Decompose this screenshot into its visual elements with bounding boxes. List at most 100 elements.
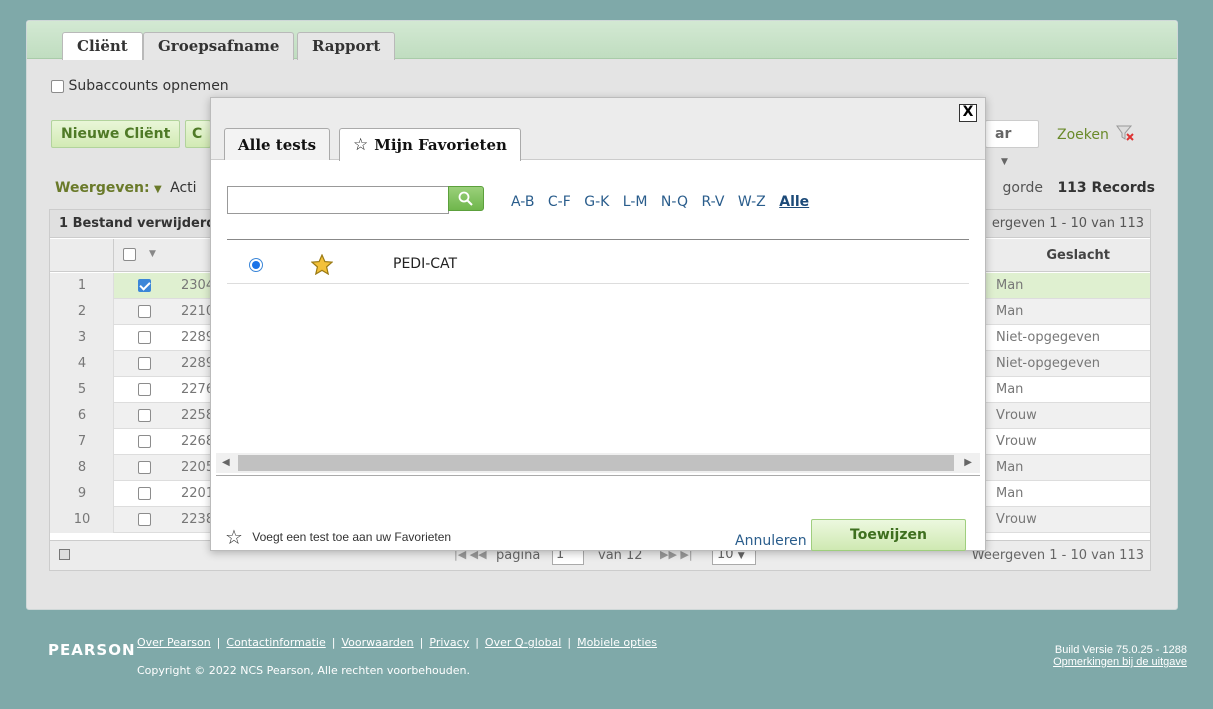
tab-client[interactable]: Cliënt [62, 32, 143, 60]
alphabet-filter: A-B C-F G-K L-M N-Q R-V W-Z Alle [511, 194, 818, 210]
row-checkbox[interactable] [138, 383, 151, 396]
test-list-item[interactable]: PEDI-CAT [227, 249, 969, 284]
sort-label: gorde [1002, 180, 1043, 196]
alpha-filter-cf[interactable]: C-F [548, 194, 571, 210]
client-gender: Niet-opgegeven [996, 356, 1100, 371]
test-search-input[interactable] [227, 186, 449, 214]
page-footer: PEARSON Over Pearson | Contactinformatie | V… [0, 620, 1213, 709]
subaccounts-label: Subaccounts opnemen [68, 78, 229, 94]
row-number: 10 [73, 512, 91, 527]
cancel-button[interactable]: Annuleren [735, 533, 807, 549]
scroll-left-icon[interactable]: ◀ [222, 457, 230, 468]
row-number: 5 [77, 382, 87, 397]
tab-my-favorites[interactable]: ☆ Mijn Favorieten [339, 128, 521, 161]
alpha-filter-rv[interactable]: R-V [701, 194, 724, 210]
records-info: gorde 113 Records [1003, 180, 1155, 196]
build-info: Build Versie 75.0.25 - 1288 Opmerkingen … [1053, 644, 1187, 668]
row-checkbox[interactable] [138, 331, 151, 344]
horizontal-scrollbar[interactable]: ◀ ▶ [216, 453, 980, 473]
row-checkbox[interactable] [138, 305, 151, 318]
row-number: 4 [77, 356, 87, 371]
row-checkbox[interactable] [138, 461, 151, 474]
tab-all-tests[interactable]: Alle tests [224, 128, 331, 160]
alpha-filter-lm[interactable]: L-M [623, 194, 648, 210]
build-version: Build Versie 75.0.25 - 1288 [1054, 644, 1187, 656]
tab-my-favorites-label: Mijn Favorieten [374, 136, 507, 154]
view-select[interactable]: ar ▼ [985, 120, 1039, 167]
view-select-value: ar [995, 126, 1012, 142]
test-name: PEDI-CAT [393, 256, 458, 272]
row-checkbox[interactable] [138, 513, 151, 526]
row-number: 3 [77, 330, 87, 345]
record-count: 113 Records [1057, 180, 1155, 196]
assign-button[interactable]: Toewijzen [811, 519, 966, 551]
client-gender: Man [996, 382, 1024, 397]
list-divider [227, 239, 969, 240]
search-link[interactable]: Zoeken [1057, 125, 1135, 143]
grid-notice: 1 Bestand verwijderd [59, 216, 216, 231]
alpha-filter-all[interactable]: Alle [779, 194, 809, 210]
test-radio[interactable] [249, 258, 263, 272]
row-number: 2 [77, 304, 87, 319]
footer-link-over-qglobal[interactable]: Over Q-global [485, 636, 561, 649]
actions-menu[interactable]: Acti [170, 180, 196, 196]
new-client-button[interactable]: Nieuwe Cliënt [51, 120, 181, 148]
star-filled-icon[interactable] [311, 254, 333, 275]
client-gender: Man [996, 304, 1024, 319]
scrollbar-thumb[interactable] [238, 455, 954, 471]
row-checkbox[interactable] [138, 409, 151, 422]
client-gender: Niet-opgegeven [996, 330, 1100, 345]
row-checkbox[interactable] [138, 279, 151, 292]
alpha-filter-ab[interactable]: A-B [511, 194, 534, 210]
test-picker-dialog: X Alle tests ☆ Mijn Favorieten A-B C-F G-… [210, 97, 986, 551]
footer-links: Over Pearson | Contactinformatie | Voorwaard… [137, 636, 658, 649]
client-gender: Vrouw [996, 512, 1037, 527]
subaccounts-option[interactable]: Subaccounts opnemen [51, 78, 229, 94]
dialog-tab-bar: X Alle tests ☆ Mijn Favorieten [211, 98, 985, 161]
client-gender: Man [996, 278, 1024, 293]
chevron-down-icon: ▼ [1001, 157, 1008, 167]
grid-range-bottom: Weergeven 1 - 10 van 113 [971, 548, 1144, 563]
clear-filter-icon[interactable] [1116, 125, 1135, 141]
chevron-down-icon[interactable]: ▼ [149, 249, 156, 259]
star-outline-icon: ☆ [225, 525, 243, 549]
alpha-filter-gk[interactable]: G-K [584, 194, 609, 210]
alpha-filter-nq[interactable]: N-Q [661, 194, 688, 210]
row-number: 6 [77, 408, 87, 423]
row-number: 9 [77, 486, 87, 501]
footer-link-privacy[interactable]: Privacy [429, 636, 469, 649]
client-gender: Vrouw [996, 434, 1037, 449]
row-number: 8 [77, 460, 87, 475]
footer-link-voorwaarden[interactable]: Voorwaarden [341, 636, 413, 649]
favorites-hint: ☆ Voegt een test toe aan uw Favorieten [225, 525, 451, 549]
scroll-right-icon[interactable]: ▶ [964, 457, 972, 468]
view-menu[interactable]: Weergeven: ▼ Acti [55, 180, 197, 196]
client-gender: Vrouw [996, 408, 1037, 423]
alpha-filter-wz[interactable]: W-Z [738, 194, 766, 210]
view-menu-label: Weergeven: [55, 180, 150, 196]
grid-settings-icon[interactable] [59, 549, 70, 560]
favorites-hint-text: Voegt een test toe aan uw Favorieten [252, 530, 452, 544]
search-label: Zoeken [1057, 127, 1109, 143]
client-gender: Man [996, 486, 1024, 501]
secondary-button[interactable]: C [185, 120, 211, 148]
row-number-header [50, 239, 114, 272]
release-notes-link[interactable]: Opmerkingen bij de uitgave [1053, 656, 1187, 668]
row-number: 1 [77, 278, 87, 293]
row-checkbox[interactable] [138, 487, 151, 500]
gender-header[interactable]: Geslacht [1046, 248, 1110, 263]
select-all-checkbox[interactable] [123, 248, 136, 261]
tab-rapport[interactable]: Rapport [297, 32, 396, 60]
star-outline-icon: ☆ [353, 135, 369, 155]
tab-groepsafname[interactable]: Groepsafname [143, 32, 295, 60]
footer-link-over-pearson[interactable]: Over Pearson [137, 636, 211, 649]
search-button[interactable] [448, 186, 484, 211]
close-button[interactable]: X [959, 104, 977, 122]
list-bottom-divider [216, 475, 980, 476]
footer-link-contact[interactable]: Contactinformatie [226, 636, 325, 649]
row-checkbox[interactable] [138, 435, 151, 448]
grid-range-top: ergeven 1 - 10 van 113 [991, 216, 1144, 231]
row-checkbox[interactable] [138, 357, 151, 370]
subaccounts-checkbox[interactable] [51, 79, 64, 93]
footer-link-mobile[interactable]: Mobiele opties [577, 636, 657, 649]
